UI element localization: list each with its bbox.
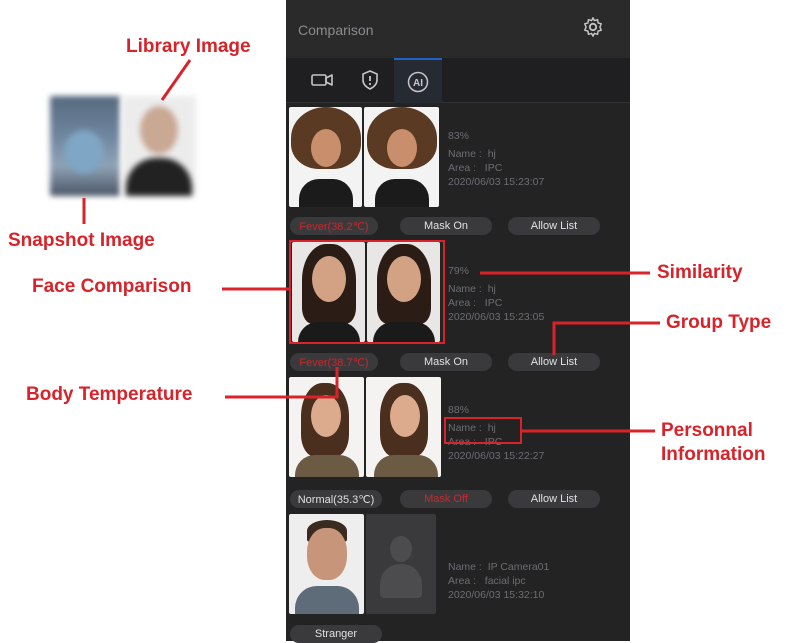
annotation-group-type: Group Type — [666, 312, 772, 333]
annotation-personnal-line2: Information — [661, 444, 766, 465]
stranger-placeholder-image — [366, 514, 436, 614]
face-info: 83% Name : hj Area : IPC 2020/06/03 15:2… — [448, 129, 544, 189]
snapshot-image — [289, 107, 362, 207]
snapshot-image-thumbnail — [50, 96, 120, 196]
annotation-library-image: Library Image — [126, 36, 251, 57]
library-image-thumbnail — [122, 96, 196, 196]
shield-icon — [362, 70, 378, 90]
ai-icon: AI — [407, 71, 429, 93]
group-badge: Stranger — [290, 625, 382, 643]
area-value: IPC — [484, 297, 503, 309]
annotation-face-comparison: Face Comparison — [32, 276, 192, 297]
annotation-similarity: Similarity — [657, 262, 743, 283]
comparison-card[interactable]: 83% Name : hj Area : IPC 2020/06/03 15:2… — [286, 103, 630, 239]
panel-title: Comparison — [298, 22, 374, 38]
mask-badge: Mask On — [400, 353, 492, 371]
similarity-value: 88% — [448, 404, 470, 416]
panel-header: Comparison — [286, 0, 630, 58]
group-badge: Allow List — [508, 490, 600, 508]
comparison-card[interactable]: 88% Name : hj Area : IPC 2020/06/03 15:2… — [286, 375, 630, 513]
mask-badge: Mask Off — [400, 490, 492, 508]
area-row: Area : IPC — [448, 162, 503, 174]
library-image — [364, 107, 439, 207]
camera-icon — [311, 74, 333, 86]
face-info: Name : IP Camera01 Area : facial ipc 202… — [448, 560, 549, 602]
annotation-body-temperature: Body Temperature — [26, 384, 193, 405]
name-value: IP Camera01 — [487, 561, 550, 573]
library-image — [366, 377, 441, 477]
name-value: hj — [487, 283, 496, 295]
personal-info-highlight — [444, 417, 522, 444]
time-value: 2020/06/03 15:23:07 — [448, 176, 545, 188]
comparison-card[interactable]: Name : IP Camera01 Area : facial ipc 202… — [286, 512, 630, 643]
temperature-badge: Normal(35.3℃) — [290, 490, 382, 508]
temperature-badge: Fever(38.2℃) — [290, 217, 378, 235]
time-value: 2020/06/03 15:23:05 — [448, 311, 545, 323]
area-row: Area : facial ipc — [448, 575, 526, 587]
svg-text:AI: AI — [413, 78, 423, 89]
name-value: hj — [487, 148, 496, 160]
similarity-value: 79% — [448, 265, 470, 277]
tab-camera[interactable] — [298, 58, 346, 102]
tab-ai[interactable]: AI — [394, 58, 442, 104]
name-row: Name : hj — [448, 283, 496, 295]
time-value: 2020/06/03 15:32:10 — [448, 589, 545, 601]
group-badge: Allow List — [508, 353, 600, 371]
annotation-personnal-information: Personnal Information — [661, 419, 766, 467]
annotation-snapshot-image: Snapshot Image — [8, 230, 155, 251]
similarity-value: 83% — [448, 130, 470, 142]
face-info: 79% Name : hj Area : IPC 2020/06/03 15:2… — [448, 264, 544, 324]
time-value: 2020/06/03 15:22:27 — [448, 450, 545, 462]
annotation-personnal-line1: Personnal — [661, 420, 753, 441]
group-badge: Allow List — [508, 217, 600, 235]
name-row: Name : hj — [448, 148, 496, 160]
mask-badge: Mask On — [400, 217, 492, 235]
snapshot-image — [289, 377, 364, 477]
snapshot-image — [289, 514, 364, 614]
area-row: Area : IPC — [448, 297, 503, 309]
temperature-badge: Fever(38.7℃) — [290, 353, 378, 371]
face-comparison-highlight — [289, 240, 445, 344]
name-row: Name : IP Camera01 — [448, 561, 550, 573]
gear-icon[interactable] — [582, 16, 604, 38]
tab-alarm[interactable] — [346, 58, 394, 102]
panel-tabs: AI — [286, 58, 630, 104]
area-value: facial ipc — [484, 575, 526, 587]
area-value: IPC — [484, 162, 503, 174]
